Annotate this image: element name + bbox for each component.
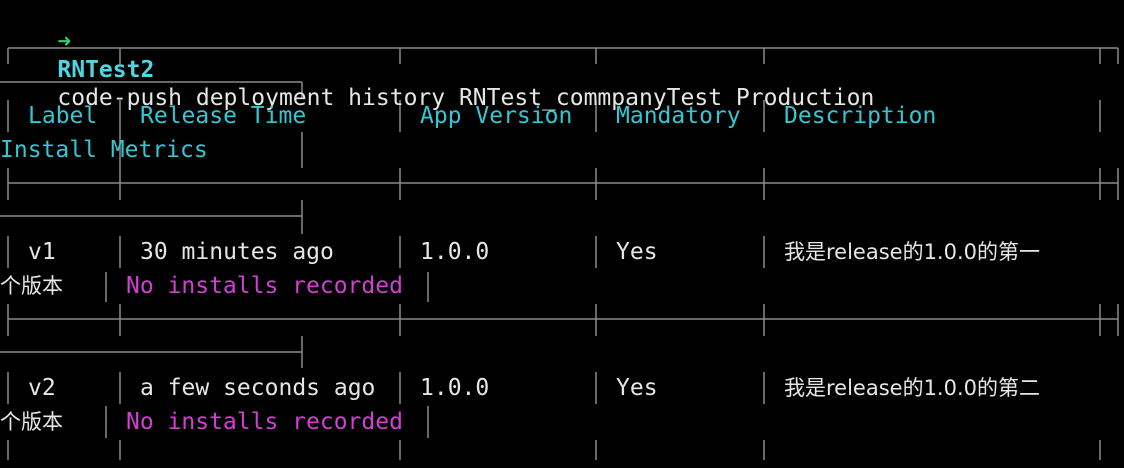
- cell-description: 我是release的1.0.0的第二: [784, 376, 1041, 400]
- cell-app-version: 1.0.0: [420, 375, 490, 401]
- header-description: Description: [784, 103, 937, 129]
- prompt-arrow-icon: ➜: [57, 29, 72, 55]
- header-app-version: App Version: [420, 103, 573, 129]
- cell-mandatory: Yes: [616, 375, 658, 401]
- prompt-directory: RNTest2: [57, 57, 155, 83]
- header-mandatory: Mandatory: [616, 103, 741, 129]
- cell-description-wrap: 个版本: [0, 410, 63, 434]
- terminal-window[interactable]: ➜ RNTest2 code-push deployment history R…: [0, 0, 1124, 468]
- header-install-metrics: Install Metrics: [0, 137, 208, 163]
- prompt-line: ➜ RNTest2 code-push deployment history R…: [2, 0, 874, 111]
- cell-mandatory: Yes: [616, 239, 658, 265]
- cell-app-version: 1.0.0: [420, 239, 490, 265]
- cell-release-time: 30 minutes ago: [140, 239, 334, 265]
- cell-label: v1: [28, 239, 56, 265]
- cell-install-metrics: No installs recorded: [126, 273, 403, 299]
- cell-description-wrap: 个版本: [0, 274, 63, 298]
- cell-install-metrics: No installs recorded: [126, 409, 403, 435]
- header-label: Label: [28, 103, 98, 129]
- header-release-time: Release Time: [140, 103, 307, 129]
- cell-description: 我是release的1.0.0的第一: [784, 240, 1041, 264]
- cell-release-time: a few seconds ago: [140, 375, 376, 401]
- cell-label: v2: [28, 375, 56, 401]
